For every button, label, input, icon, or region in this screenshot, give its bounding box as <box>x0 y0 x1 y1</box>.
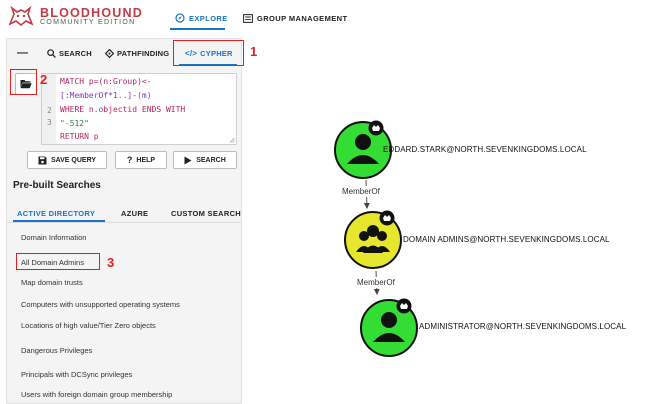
prebuilt-searches-title: Pre-built Searches <box>13 180 101 191</box>
query-item-dcsync-principals[interactable]: Principals with DCSync privileges <box>21 370 132 379</box>
cypher-editor[interactable]: 2 3 MATCH p=(n:Group)<- [:MemberOf*1..]-… <box>41 73 237 145</box>
nav-group-management[interactable]: GROUP MANAGEMENT <box>243 10 347 26</box>
node-label-eddard-stark: EDDARD.STARK@NORTH.SEVENKINGDOMS.LOCAL <box>383 145 587 154</box>
query-item-high-value-locations[interactable]: Locations of high value/Tier Zero object… <box>21 321 156 330</box>
save-query-label: SAVE QUERY <box>50 156 97 164</box>
subtab-divider <box>7 222 241 223</box>
code-line: [:MemberOf*1..]-(m) <box>60 91 152 100</box>
help-icon: ? <box>126 155 133 165</box>
help-button[interactable]: ? HELP <box>115 151 167 169</box>
annotation-box-folder <box>10 69 37 95</box>
query-item-unsupported-os[interactable]: Computers with unsupported operating sys… <box>21 300 180 309</box>
search-icon <box>47 48 56 58</box>
graph-canvas[interactable] <box>242 32 660 404</box>
brand-title: BLOODHOUND <box>40 6 143 20</box>
minus-icon: — <box>17 47 29 59</box>
group-management-icon <box>243 13 253 23</box>
save-query-button[interactable]: SAVE QUERY <box>27 151 107 169</box>
query-item-dangerous-privileges[interactable]: Dangerous Privileges <box>21 346 92 355</box>
tab-search[interactable]: SEARCH <box>47 45 92 61</box>
play-icon <box>184 156 192 164</box>
run-search-label: SEARCH <box>196 156 226 164</box>
annotation-number: 2 <box>40 72 48 87</box>
edge-label-memberof: MemberOf <box>355 277 397 288</box>
resize-handle-icon[interactable] <box>229 137 235 143</box>
annotation-number: 3 <box>107 255 115 270</box>
subtab-azure[interactable]: AZURE <box>121 209 148 218</box>
edge-label-memberof: MemberOf <box>340 186 382 197</box>
top-bar: BLOODHOUND COMMUNITY EDITION EXPLORE GRO… <box>0 0 660 32</box>
tab-pathfinding-label: PATHFINDING <box>117 48 170 58</box>
run-search-button[interactable]: SEARCH <box>173 151 237 169</box>
code-line: "-512" <box>60 119 89 128</box>
code-line: MATCH p=(n:Group)<- <box>60 77 152 86</box>
query-item-domain-information[interactable]: Domain Information <box>21 233 86 242</box>
collapse-panel-button[interactable]: — <box>17 45 28 61</box>
node-label-domain-admins: DOMAIN ADMINS@NORTH.SEVENKINGDOMS.LOCAL <box>403 235 610 244</box>
query-item-map-domain-trusts[interactable]: Map domain trusts <box>21 278 83 287</box>
tab-pathfinding[interactable]: PATHFINDING <box>105 45 169 61</box>
line-number: 3 <box>47 118 52 127</box>
nav-explore[interactable]: EXPLORE <box>175 10 228 26</box>
compass-icon <box>175 13 185 23</box>
code-line: RETURN p <box>60 132 99 141</box>
nav-active-indicator <box>170 28 225 30</box>
nav-explore-label: EXPLORE <box>189 13 228 23</box>
node-label-administrator: ADMINISTRATOR@NORTH.SEVENKINGDOMS.LOCAL <box>419 322 627 331</box>
explore-panel: — SEARCH PATHFINDING </> CYPHER 2 3 MATC… <box>6 38 242 404</box>
code-line: WHERE n.objectid ENDS WITH <box>60 105 186 114</box>
brand-subtitle: COMMUNITY EDITION <box>40 19 136 26</box>
nav-group-management-label: GROUP MANAGEMENT <box>257 13 348 23</box>
graph-node-domain-admins[interactable] <box>344 210 402 269</box>
subtab-active-directory[interactable]: ACTIVE DIRECTORY <box>17 209 95 218</box>
subtab-custom-search[interactable]: CUSTOM SEARCH <box>171 209 241 218</box>
graph-node-administrator[interactable] <box>360 298 418 357</box>
pathfinding-icon <box>105 48 114 58</box>
query-item-foreign-group-membership[interactable]: Users with foreign domain group membersh… <box>21 390 172 399</box>
bloodhound-logo-icon <box>8 5 34 27</box>
tab-search-label: SEARCH <box>59 48 92 58</box>
help-label: HELP <box>136 156 156 164</box>
save-icon <box>38 156 47 164</box>
line-number: 2 <box>47 106 52 115</box>
annotation-box-cypher <box>173 40 244 66</box>
annotation-box-domain-admins <box>16 253 100 270</box>
